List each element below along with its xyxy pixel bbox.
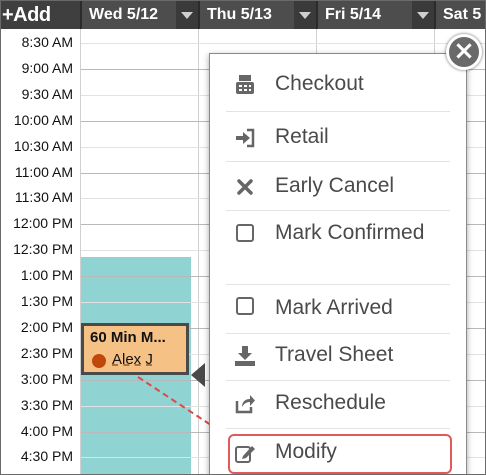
time-label: 10:30 AM <box>13 137 73 154</box>
chevron-down-icon[interactable] <box>294 1 316 29</box>
add-button[interactable]: +Add <box>2 1 74 29</box>
time-label: 1:00 PM <box>20 267 73 284</box>
menu-item-label: Retail <box>275 125 329 148</box>
menu-item-label: Modify <box>275 440 337 463</box>
time-slot-line <box>81 43 485 44</box>
menu-item-label: Travel Sheet <box>275 343 394 366</box>
download-icon <box>235 346 255 366</box>
chevron-down-icon[interactable] <box>176 1 198 29</box>
time-label: 9:00 AM <box>21 59 73 76</box>
cash-register-icon <box>236 75 254 94</box>
time-label: 3:30 PM <box>20 396 73 413</box>
time-label: 10:00 AM <box>13 111 73 128</box>
sign-in-icon <box>236 128 255 148</box>
time-label: 11:30 AM <box>14 189 73 206</box>
day-column-fri[interactable]: Fri 5/14 <box>316 1 434 29</box>
menu-item-label: Mark Confirmed <box>275 221 425 244</box>
time-label: 2:30 PM <box>20 344 73 361</box>
highlight-box <box>228 434 452 474</box>
menu-item-label: Early Cancel <box>275 174 395 197</box>
share-icon <box>235 395 255 414</box>
time-label: 9:30 AM <box>21 85 73 102</box>
menu-divider <box>226 111 450 112</box>
time-label: 4:00 PM <box>20 422 73 439</box>
popover-pointer <box>191 363 205 387</box>
day-label: Thu 5/13 <box>207 6 272 23</box>
menu-divider <box>226 333 450 334</box>
menu-item-label: Checkout <box>275 72 364 95</box>
checkbox-icon <box>236 297 254 315</box>
edit-icon <box>235 446 255 463</box>
close-icon: × <box>453 36 475 66</box>
time-label: 8:30 AM <box>21 34 73 50</box>
chevron-down-icon[interactable] <box>412 1 434 29</box>
menu-divider <box>226 428 450 429</box>
appointment-card[interactable]: 60 Min M... Alex J <box>81 323 189 375</box>
x-icon <box>237 179 253 195</box>
appointment-title: 60 Min M... <box>90 329 166 346</box>
menu-item-label: Mark Arrived <box>275 296 393 319</box>
time-label: 2:00 PM <box>20 318 73 335</box>
day-column-sat[interactable]: Sat 5 <box>434 1 485 29</box>
time-label: 4:30 PM <box>20 448 73 465</box>
menu-divider <box>226 284 450 285</box>
menu-item-label: Reschedule <box>275 391 386 414</box>
close-button[interactable]: × <box>446 34 482 70</box>
time-label: 12:00 PM <box>13 215 73 232</box>
appointment-client[interactable]: Alex J <box>112 351 153 368</box>
menu-divider <box>226 380 450 381</box>
day-label: Sat 5 <box>443 6 482 23</box>
day-column-wed[interactable]: Wed 5/12 <box>80 1 198 29</box>
time-label: 12:30 PM <box>13 241 73 258</box>
context-menu: Checkout Retail Early Cancel Mark Confir… <box>209 53 467 474</box>
menu-divider <box>226 161 450 162</box>
menu-divider <box>226 210 450 211</box>
day-label: Fri 5/14 <box>325 6 382 23</box>
status-dot-icon <box>92 354 106 368</box>
checkbox-icon <box>236 224 254 242</box>
day-label: Wed 5/12 <box>89 6 159 23</box>
calendar-frame: +Add Wed 5/12 Thu 5/13 Fri 5/14 Sat 5 8:… <box>0 0 486 475</box>
calendar-header: +Add Wed 5/12 Thu 5/13 Fri 5/14 Sat 5 <box>1 1 485 29</box>
time-label: 1:30 PM <box>20 293 73 309</box>
day-column-thu[interactable]: Thu 5/13 <box>198 1 316 29</box>
time-label: 3:00 PM <box>20 370 73 387</box>
time-label: 11:00 AM <box>14 163 73 180</box>
